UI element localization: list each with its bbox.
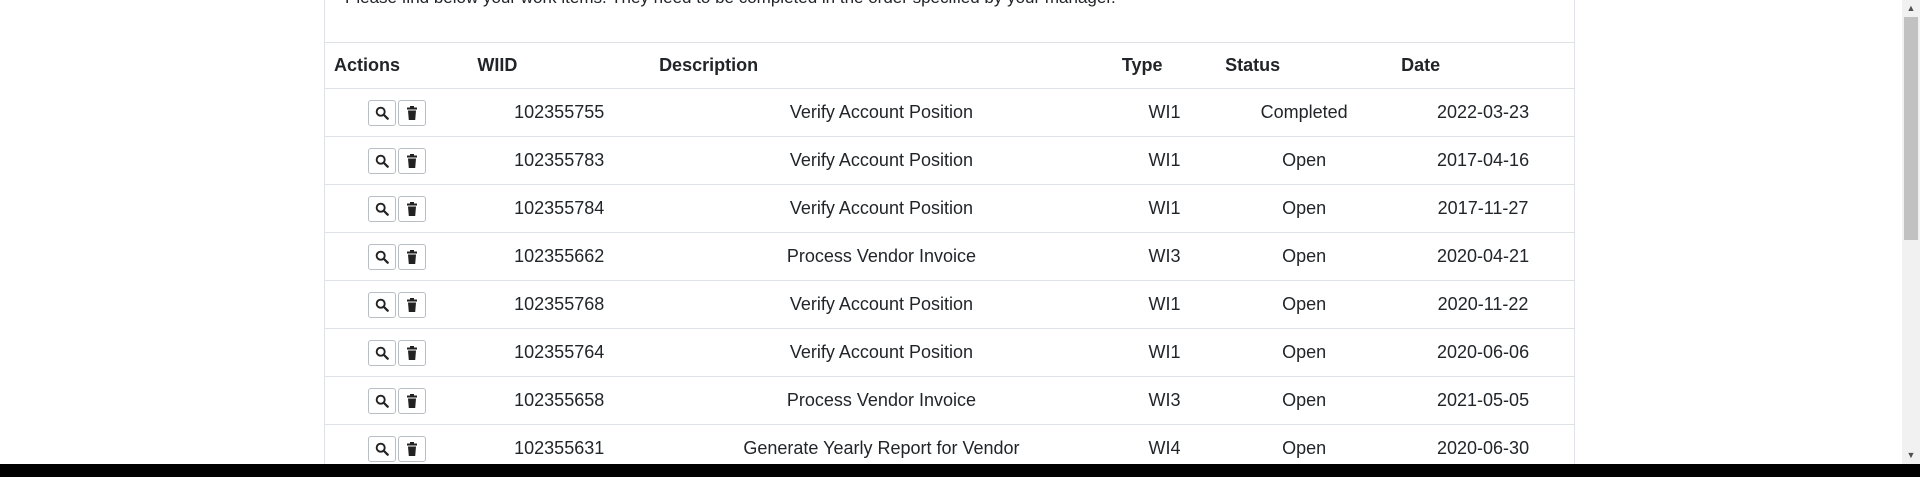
table-row: 102355764 Verify Account Position WI1 Open 2… [325,328,1574,377]
view-button[interactable] [367,339,396,366]
table-header-row: Actions WIID Description Type Status Dat… [325,42,1574,89]
cell-date: 2020-04-21 [1392,232,1574,281]
cell-type: WI3 [1112,376,1217,425]
work-items-table: Actions WIID Description Type Status Dat… [325,42,1574,464]
table-row: 102355783 Verify Account Position WI1 Open 2… [325,136,1574,185]
view-button[interactable] [367,387,396,414]
delete-button[interactable] [397,99,426,126]
actions-cell [325,328,469,377]
cell-wiid: 102355662 [468,232,651,281]
cell-date: 2020-11-22 [1392,280,1574,329]
delete-button[interactable] [397,243,426,270]
cell-date: 2017-11-27 [1392,184,1574,233]
cell-date: 2022-03-23 [1392,88,1574,137]
cell-wiid: 102355764 [468,328,651,377]
scroll-thumb[interactable] [1904,17,1918,240]
cell-status: Open [1216,184,1393,233]
cell-status: Open [1216,136,1393,185]
cell-type: WI1 [1112,280,1217,329]
scroll-up-arrow-icon[interactable]: ▲ [1902,0,1920,17]
table-row: 102355662 Process Vendor Invoice WI3 Open 20… [325,232,1574,281]
cell-type: WI3 [1112,232,1217,281]
actions-cell [325,280,469,329]
cell-wiid: 102355768 [468,280,651,329]
vertical-scrollbar[interactable]: ▲ ▼ [1902,0,1920,464]
cell-status: Completed [1216,88,1393,137]
cell-wiid: 102355784 [468,184,651,233]
bottom-bar [0,464,1920,477]
header-actions: Actions [325,42,469,89]
cell-description: Verify Account Position [650,280,1113,329]
scroll-down-arrow-icon[interactable]: ▼ [1902,447,1920,464]
actions-cell [325,88,469,137]
view-button[interactable] [367,435,396,462]
cell-wiid: 102355783 [468,136,651,185]
cell-type: WI4 [1112,424,1217,464]
cell-type: WI1 [1112,88,1217,137]
cell-description: Generate Yearly Report for Vendor [650,424,1113,464]
cell-description: Verify Account Position [650,136,1113,185]
cell-status: Open [1216,328,1393,377]
actions-cell [325,184,469,233]
actions-cell [325,424,469,464]
delete-button[interactable] [397,195,426,222]
delete-button[interactable] [397,339,426,366]
cell-date: 2020-06-30 [1392,424,1574,464]
cell-type: WI1 [1112,136,1217,185]
delete-button[interactable] [397,387,426,414]
cell-date: 2021-05-05 [1392,376,1574,425]
view-button[interactable] [367,291,396,318]
delete-button[interactable] [397,291,426,318]
cell-status: Open [1216,280,1393,329]
cell-date: 2020-06-06 [1392,328,1574,377]
cell-description: Verify Account Position [650,88,1113,137]
cell-status: Open [1216,232,1393,281]
intro-text: Please find below your work items. They … [345,0,1116,8]
cell-type: WI1 [1112,328,1217,377]
actions-cell [325,232,469,281]
header-wiid: WIID [468,42,651,89]
cell-status: Open [1216,424,1393,464]
actions-cell [325,136,469,185]
view-button[interactable] [367,99,396,126]
cell-wiid: 102355631 [468,424,651,464]
view-button[interactable] [367,147,396,174]
cell-wiid: 102355658 [468,376,651,425]
header-date: Date [1392,42,1574,89]
cell-type: WI1 [1112,184,1217,233]
page-viewport: Please find below your work items. They … [0,0,1902,464]
view-button[interactable] [367,243,396,270]
delete-button[interactable] [397,435,426,462]
delete-button[interactable] [397,147,426,174]
actions-cell [325,376,469,425]
table-row: 102355631 Generate Yearly Report for Vend… [325,424,1574,464]
work-items-card: Please find below your work items. They … [324,0,1575,464]
cell-description: Process Vendor Invoice [650,376,1113,425]
cell-description: Verify Account Position [650,184,1113,233]
header-type: Type [1112,42,1217,89]
table-row: 102355755 Verify Account Position WI1 Compl… [325,88,1574,137]
header-status: Status [1216,42,1393,89]
cell-date: 2017-04-16 [1392,136,1574,185]
header-description: Description [650,42,1113,89]
table-row: 102355784 Verify Account Position WI1 Open 2… [325,184,1574,233]
cell-status: Open [1216,376,1393,425]
view-button[interactable] [367,195,396,222]
cell-description: Process Vendor Invoice [650,232,1113,281]
cell-description: Verify Account Position [650,328,1113,377]
cell-wiid: 102355755 [468,88,651,137]
table-row: 102355768 Verify Account Position WI1 Open 2… [325,280,1574,329]
table-row: 102355658 Process Vendor Invoice WI3 Open 20… [325,376,1574,425]
